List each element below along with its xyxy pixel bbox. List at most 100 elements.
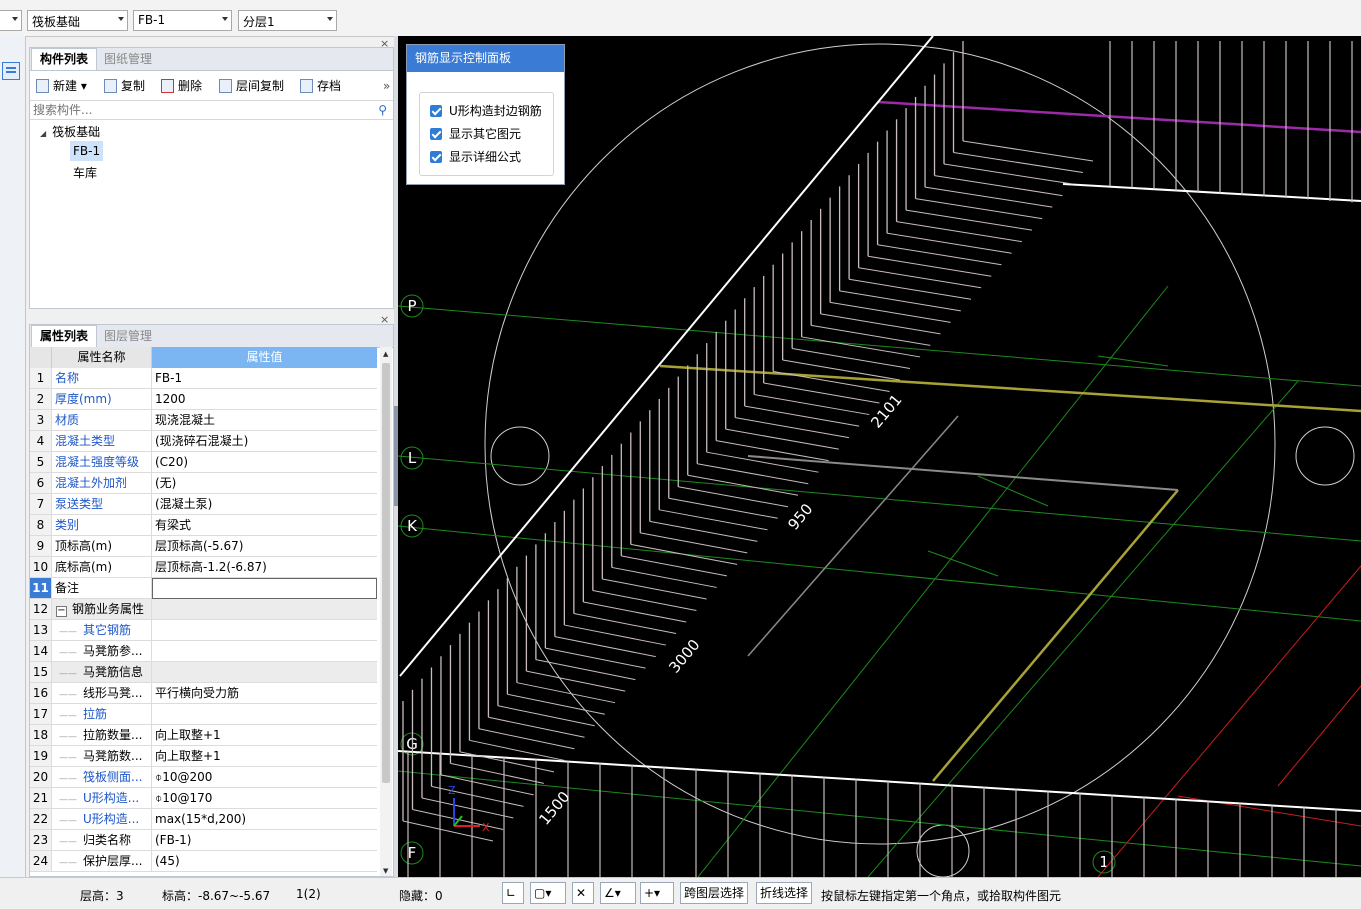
property-value-cell[interactable]: (C20) (152, 452, 377, 473)
snap-mode-icon[interactable]: ▢▾ (530, 882, 566, 904)
checkbox-checked-icon[interactable] (430, 128, 442, 140)
scroll-up-icon[interactable]: ▲ (383, 350, 388, 358)
table-row[interactable]: 7 泵送类型 (混凝土泵) (30, 494, 377, 515)
combo-dropdown-leftmost[interactable] (0, 10, 22, 31)
polyline-select-button[interactable]: 折线选择 (756, 882, 813, 904)
collapse-triangle-icon[interactable]: ◢ (40, 129, 46, 138)
table-row[interactable]: 8 类别 有梁式 (30, 515, 377, 536)
more-icon[interactable]: » (383, 76, 390, 96)
table-row[interactable]: 15 —— 马凳筋信息 (30, 662, 377, 683)
table-row[interactable]: 22 —— U形构造... max(15*d,200) (30, 809, 377, 830)
row-number: 15 (30, 662, 52, 683)
table-row[interactable]: 6 混凝土外加剂 (无) (30, 473, 377, 494)
table-row[interactable]: 18 —— 拉筋数量... 向上取整+1 (30, 725, 377, 746)
table-row[interactable]: 5 混凝土强度等级 (C20) (30, 452, 377, 473)
checkbox-checked-icon[interactable] (430, 151, 442, 163)
property-value-cell[interactable]: (45) (152, 851, 377, 872)
property-value-cell[interactable] (152, 641, 377, 662)
property-value-cell[interactable]: 向上取整+1 (152, 725, 377, 746)
grip-circle-bottom[interactable] (916, 824, 970, 877)
grip-circle-right[interactable] (1295, 426, 1355, 486)
property-value-cell[interactable]: 层顶标高(-5.67) (152, 536, 377, 557)
grid-header: 属性名称 属性值 (30, 347, 377, 368)
table-row[interactable]: 14 —— 马凳筋参... (30, 641, 377, 662)
table-row[interactable]: 10 底标高(m) 层顶标高-1.2(-6.87) (30, 557, 377, 578)
property-value-cell[interactable]: 平行横向受力筋 (152, 683, 377, 704)
property-value-cell[interactable] (152, 662, 377, 683)
property-value-cell[interactable]: (混凝土泵) (152, 494, 377, 515)
option-u-shape-edge-rebar[interactable]: U形构造封边钢筋 (430, 101, 542, 121)
table-row[interactable]: 3 材质 现浇混凝土 (30, 410, 377, 431)
property-value-cell[interactable] (152, 704, 377, 725)
table-row[interactable]: 24 —— 保护层厚... (45) (30, 851, 377, 872)
property-value-cell[interactable]: (现浇碎石混凝土) (152, 431, 377, 452)
component-type-dropdown[interactable]: 筏板基础 (27, 10, 128, 31)
table-row[interactable]: 20 —— 筏板侧面... ⌽10@200 (30, 767, 377, 788)
cross-icon[interactable]: ✕ (572, 882, 594, 904)
layer-dropdown[interactable]: 分层1 (238, 10, 337, 31)
tab-drawing-management[interactable]: 图纸管理 (96, 49, 160, 70)
scrollbar-thumb[interactable] (382, 363, 390, 783)
tab-component-list[interactable]: 构件列表 (31, 48, 98, 70)
delete-button[interactable]: 删除 (161, 76, 202, 96)
table-row[interactable]: 13 —— 其它钢筋 (30, 620, 377, 641)
beam-purple[interactable] (877, 100, 1361, 134)
property-value-cell[interactable]: ⌽10@200 (152, 767, 377, 788)
property-value-cell[interactable] (152, 620, 377, 641)
property-value-cell[interactable]: (FB-1) (152, 830, 377, 851)
property-value-cell[interactable]: 1200 (152, 389, 377, 410)
cross-floor-select-button[interactable]: 跨图层选择 (680, 882, 749, 904)
property-value-cell[interactable]: max(15*d,200) (152, 809, 377, 830)
table-row[interactable]: 21 —— U形构造... ⌽10@170 (30, 788, 377, 809)
table-row[interactable]: 9 顶标高(m) 层顶标高(-5.67) (30, 536, 377, 557)
table-row[interactable]: 19 —— 马凳筋数... 向上取整+1 (30, 746, 377, 767)
beam-yellow-diagonal[interactable] (932, 489, 1179, 782)
table-row[interactable]: 11 备注 (30, 578, 377, 599)
search-icon[interactable]: ⚲ (378, 103, 387, 117)
tab-layer-management[interactable]: 图层管理 (96, 326, 160, 347)
angle-icon[interactable]: ∠▾ (600, 882, 636, 904)
table-row[interactable]: 12− 钢筋业务属性 (30, 599, 377, 620)
floor-copy-button[interactable]: 层间复制 (219, 76, 284, 96)
checkbox-checked-icon[interactable] (430, 105, 442, 117)
beam-yellow[interactable] (659, 364, 1361, 413)
table-row[interactable]: 2 厚度(mm) 1200 (30, 389, 377, 410)
property-value-cell[interactable]: (无) (152, 473, 377, 494)
property-value-cell[interactable]: 向上取整+1 (152, 746, 377, 767)
search-input[interactable] (30, 101, 366, 119)
table-row[interactable]: 23 —— 归类名称 (FB-1) (30, 830, 377, 851)
orthogonal-icon[interactable]: ∟ (502, 882, 524, 904)
property-value-cell[interactable]: FB-1 (152, 368, 377, 389)
beam-grey[interactable] (747, 455, 1179, 491)
archive-button[interactable]: 存档 (300, 76, 341, 96)
search-bar: ⚲ (30, 100, 393, 120)
option-show-other-elements[interactable]: 显示其它图元 (430, 124, 521, 144)
property-value-cell[interactable] (152, 578, 377, 599)
grip-circle-left[interactable] (490, 426, 550, 486)
table-row[interactable]: 17 —— 拉筋 (30, 704, 377, 725)
offset-icon[interactable]: +▾ (640, 882, 674, 904)
hidden-count: 隐藏：0 (399, 889, 443, 903)
new-button[interactable]: 新建 ▾ (36, 76, 87, 96)
property-value-cell[interactable]: 现浇混凝土 (152, 410, 377, 431)
tree-root[interactable]: ◢ 筏板基础 (40, 123, 100, 140)
option-show-detailed-formula[interactable]: 显示详细公式 (430, 147, 521, 167)
left-side-strip (0, 36, 26, 877)
copy-button[interactable]: 复制 (104, 76, 145, 96)
table-row[interactable]: 1 名称 FB-1 (30, 368, 377, 389)
property-value-cell[interactable]: ⌽10@170 (152, 788, 377, 809)
property-value-cell[interactable]: 有梁式 (152, 515, 377, 536)
table-row[interactable]: 4 混凝土类型 (现浇碎石混凝土) (30, 431, 377, 452)
scrollbar[interactable]: ▲ ▼ (380, 347, 392, 876)
navigation-icon[interactable] (2, 62, 20, 80)
tree-item-fb1[interactable]: FB-1 (70, 141, 104, 161)
component-name-dropdown[interactable]: FB-1 (133, 10, 232, 31)
tab-property-list[interactable]: 属性列表 (31, 325, 98, 347)
collapse-icon[interactable]: − (56, 606, 67, 617)
tree-item-garage[interactable]: 车库 (73, 163, 97, 183)
table-row[interactable]: 16 —— 线形马凳... 平行横向受力筋 (30, 683, 377, 704)
property-value-cell[interactable]: 层顶标高-1.2(-6.87) (152, 557, 377, 578)
property-name-cell: 混凝土类型 (52, 431, 152, 452)
scroll-down-icon[interactable]: ▼ (383, 867, 388, 875)
property-value-cell[interactable] (152, 599, 377, 620)
